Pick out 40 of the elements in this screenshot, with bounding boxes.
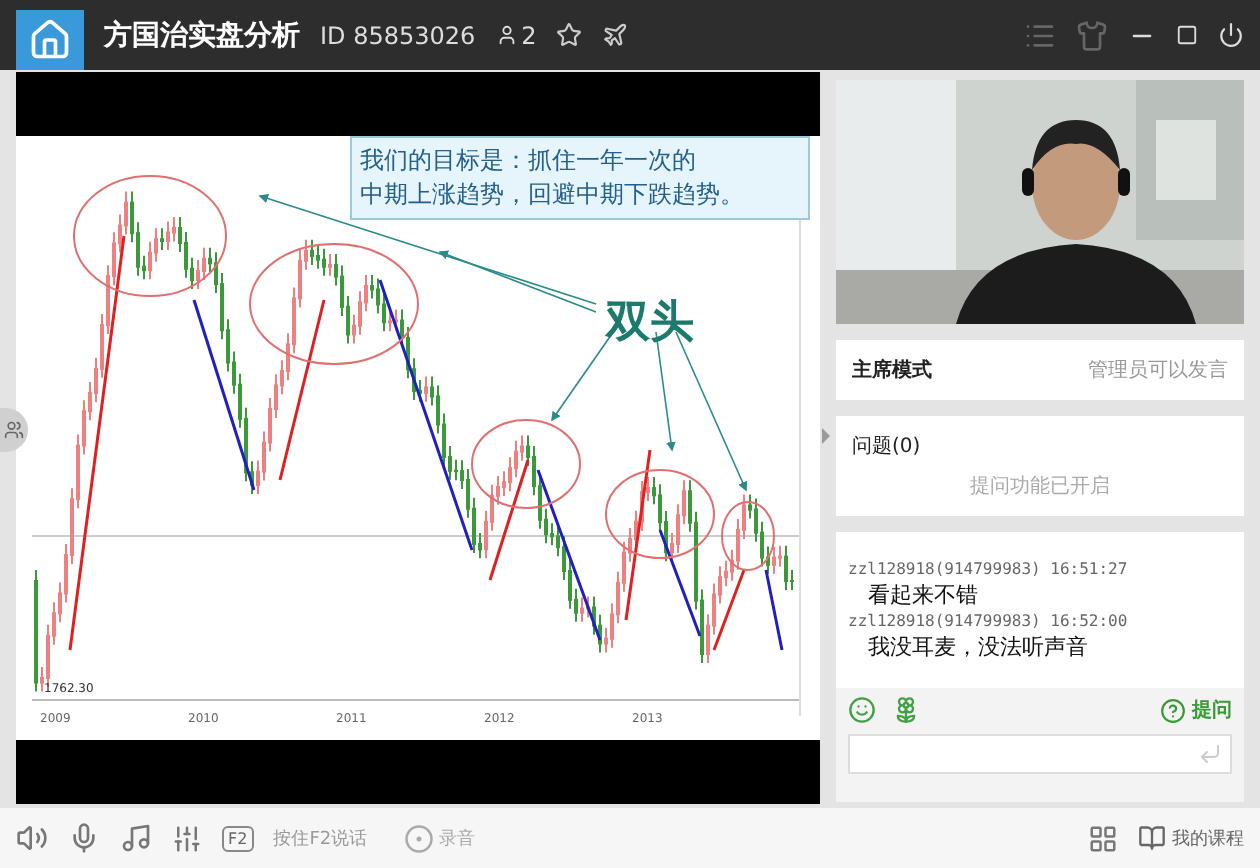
user-count: 2 — [495, 21, 537, 49]
questions-title: 问题(0) — [852, 434, 923, 460]
music-icon[interactable] — [120, 822, 152, 854]
f2-key[interactable]: F2 — [222, 825, 254, 851]
house-icon — [28, 18, 72, 62]
shirt-icon[interactable] — [1076, 19, 1108, 51]
room-id: ID 85853026 — [320, 21, 476, 49]
push-to-talk-hint: 按住F2说话 — [273, 827, 368, 851]
speaker-icon[interactable] — [16, 822, 48, 854]
power-icon[interactable] — [1218, 22, 1244, 48]
window-title: 方国治实盘分析 — [104, 17, 300, 53]
plane-icon[interactable] — [602, 22, 629, 48]
expand-arrow-icon[interactable] — [822, 428, 830, 444]
message-sender: zzl128918(914799983) 16:51:27 — [848, 560, 1130, 578]
emoji-button[interactable] — [848, 696, 876, 724]
smiley-icon — [848, 696, 876, 724]
apps-icon[interactable] — [1088, 823, 1118, 853]
list-icon[interactable] — [1024, 19, 1056, 51]
maximize-icon[interactable] — [1176, 24, 1198, 46]
book-icon — [1138, 824, 1166, 852]
record-icon — [403, 823, 434, 853]
equalizer-icon[interactable] — [172, 823, 202, 853]
flower-button[interactable] — [892, 696, 920, 724]
home-button[interactable] — [16, 10, 84, 70]
mode-value: 管理员可以发言 — [1088, 357, 1228, 384]
callout: 我们的目标是：抓住一年一次的 中期上涨趋势，回避中期下跌趋势。 — [350, 136, 810, 220]
ask-button[interactable]: 提问 — [1160, 696, 1232, 724]
people-icon — [4, 420, 24, 440]
my-courses-button[interactable]: 我的课程 — [1138, 824, 1244, 852]
star-icon[interactable] — [556, 22, 583, 48]
annotation-text: 双头 — [606, 296, 694, 352]
chat-input-field[interactable] — [848, 734, 1232, 774]
message-sender: zzl128918(914799983) 16:52:00 — [848, 612, 1130, 630]
flower-icon — [892, 696, 920, 724]
message-text: 看起来不错 — [866, 580, 980, 610]
mode-label: 主席模式 — [852, 356, 932, 384]
questions-status: 提问功能已开启 — [970, 473, 1110, 500]
message-text: 我没耳麦，没法听声音 — [866, 632, 1090, 662]
microphone-icon[interactable] — [68, 822, 100, 854]
help-icon — [1160, 697, 1186, 723]
